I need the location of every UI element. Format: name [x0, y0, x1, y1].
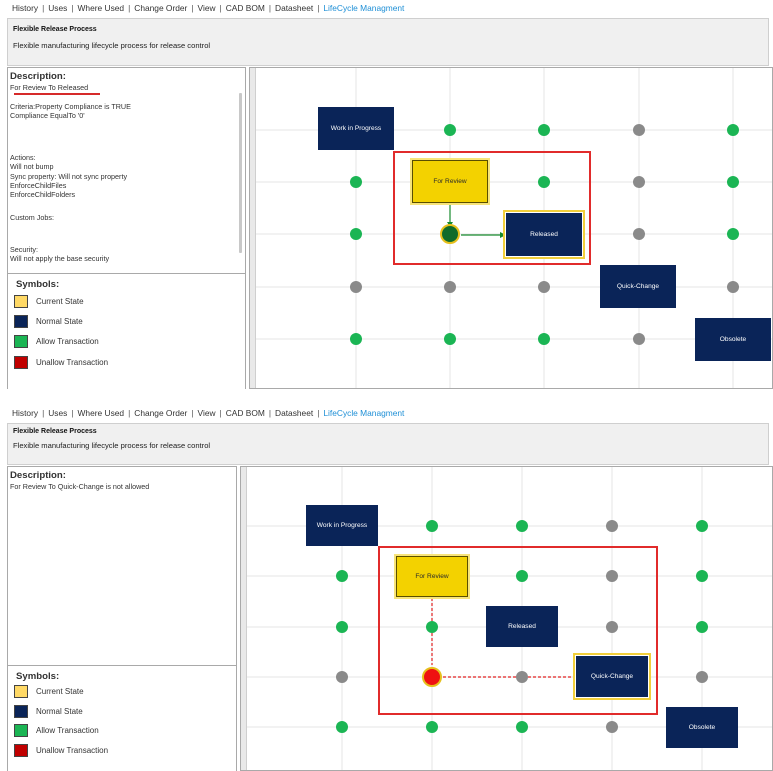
normal-state-swatch: [14, 315, 28, 328]
transition-name: For Review To Released: [10, 83, 89, 92]
normal-state-label: Normal State: [36, 317, 83, 326]
transition-node[interactable]: [336, 721, 348, 733]
state-quick-change[interactable]: Quick-Change: [600, 265, 676, 308]
description-title: Description:: [10, 470, 66, 481]
tab-where-used[interactable]: Where Used: [78, 408, 125, 418]
transition-name: For Review To Quick-Change is not allowe…: [10, 482, 150, 491]
unallow-transaction-label: Unallow Transaction: [36, 358, 109, 367]
transition-node[interactable]: [516, 520, 528, 532]
transition-highlight-box: [393, 151, 591, 265]
tab-change-order[interactable]: Change Order: [134, 3, 187, 13]
lifecycle-panel-not-allowed: History | Uses | Where Used | Change Order | Vie…: [0, 405, 773, 771]
transition-node[interactable]: [696, 621, 708, 633]
tab-datasheet[interactable]: Datasheet: [275, 3, 313, 13]
state-obsolete[interactable]: Obsolete: [695, 318, 771, 361]
transition-node[interactable]: [350, 333, 362, 345]
process-title: Flexible Release Process: [13, 26, 97, 33]
current-state-label: Current State: [36, 297, 84, 306]
tab-view[interactable]: View: [198, 408, 216, 418]
unallow-transaction-swatch: [14, 744, 28, 757]
allow-transaction-swatch: [14, 335, 28, 348]
transition-node[interactable]: [426, 520, 438, 532]
tab-lifecycle-managment[interactable]: LifeCycle Managment: [323, 3, 404, 13]
unallow-transaction-swatch: [14, 356, 28, 369]
transition-node[interactable]: [633, 176, 645, 188]
tab-uses[interactable]: Uses: [48, 3, 67, 13]
tab-cad-bom[interactable]: CAD BOM: [226, 3, 265, 13]
transition-node[interactable]: [516, 721, 528, 733]
normal-state-label: Normal State: [36, 707, 83, 716]
allow-transaction-label: Allow Transaction: [36, 337, 99, 346]
current-state-swatch: [14, 295, 28, 308]
tab-view[interactable]: View: [198, 3, 216, 13]
tab-lifecycle-managment[interactable]: LifeCycle Managment: [323, 408, 404, 418]
process-header: Flexible Release Process Flexible manufa…: [7, 18, 769, 66]
custom-jobs-text: Custom Jobs:: [10, 213, 54, 222]
symbols-title: Symbols:: [16, 279, 60, 290]
tab-history[interactable]: History: [12, 408, 38, 418]
state-work-in-progress[interactable]: Work in Progress: [306, 505, 378, 546]
process-title: Flexible Release Process: [13, 428, 97, 435]
current-state-swatch: [14, 685, 28, 698]
tab-change-order[interactable]: Change Order: [134, 408, 187, 418]
transition-node[interactable]: [350, 281, 362, 293]
transition-node[interactable]: [336, 621, 348, 633]
description-panel: Description: For Review To Released Crit…: [7, 67, 246, 389]
transition-node[interactable]: [336, 570, 348, 582]
current-state-label: Current State: [36, 687, 84, 696]
unallow-transaction-label: Unallow Transaction: [36, 746, 109, 755]
lifecycle-diagram: Work in Progress For Review Released Qui…: [249, 67, 773, 389]
symbols-legend: Symbols: Current State Normal State Allo…: [8, 665, 236, 771]
transition-node[interactable]: [633, 228, 645, 240]
transition-node[interactable]: [538, 124, 550, 136]
transition-node[interactable]: [444, 124, 456, 136]
transition-node[interactable]: [350, 228, 362, 240]
transition-node[interactable]: [696, 671, 708, 683]
process-header: Flexible Release Process Flexible manufa…: [7, 423, 769, 465]
transition-node[interactable]: [727, 176, 739, 188]
actions-text: Actions: Will not bump Sync property: Wi…: [10, 153, 128, 200]
transition-node[interactable]: [633, 124, 645, 136]
transition-node[interactable]: [336, 671, 348, 683]
transition-node[interactable]: [606, 721, 618, 733]
tab-uses[interactable]: Uses: [48, 408, 67, 418]
lifecycle-diagram: Work in Progress For Review Released Qui…: [240, 466, 773, 771]
tab-menu-bar: History | Uses | Where Used | Change Order | Vie…: [12, 408, 405, 418]
tab-where-used[interactable]: Where Used: [78, 3, 125, 13]
transition-node[interactable]: [350, 176, 362, 188]
transition-node[interactable]: [696, 570, 708, 582]
description-panel: Description: For Review To Quick-Change …: [7, 466, 237, 771]
transition-node[interactable]: [444, 281, 456, 293]
transition-highlight-box: [378, 546, 658, 715]
transition-node[interactable]: [727, 124, 739, 136]
state-obsolete[interactable]: Obsolete: [666, 707, 738, 748]
allow-transaction-label: Allow Transaction: [36, 726, 99, 735]
security-text: Security: Will not apply the base securi…: [10, 245, 110, 264]
transition-node[interactable]: [538, 281, 550, 293]
transition-underline: [14, 93, 100, 95]
transition-node[interactable]: [727, 228, 739, 240]
transition-node[interactable]: [696, 520, 708, 532]
transition-node[interactable]: [426, 721, 438, 733]
symbols-legend: Symbols: Current State Normal State Allo…: [8, 273, 245, 389]
tab-datasheet[interactable]: Datasheet: [275, 408, 313, 418]
lifecycle-panel-allowed: History | Uses | Where Used | Change Order | Vie…: [0, 0, 773, 389]
state-work-in-progress[interactable]: Work in Progress: [318, 107, 394, 150]
process-description: Flexible manufacturing lifecycle process…: [13, 441, 211, 450]
process-description: Flexible manufacturing lifecycle process…: [13, 41, 211, 50]
symbols-title: Symbols:: [16, 671, 60, 682]
description-title: Description:: [10, 71, 66, 82]
allow-transaction-swatch: [14, 724, 28, 737]
transition-node[interactable]: [444, 333, 456, 345]
transition-node[interactable]: [727, 281, 739, 293]
transition-node[interactable]: [606, 520, 618, 532]
description-scrollbar[interactable]: [239, 93, 242, 253]
normal-state-swatch: [14, 705, 28, 718]
transition-node[interactable]: [633, 333, 645, 345]
tab-menu-bar: History | Uses | Where Used | Change Order | Vie…: [12, 3, 405, 13]
tab-history[interactable]: History: [12, 3, 38, 13]
transition-node[interactable]: [538, 333, 550, 345]
tab-cad-bom[interactable]: CAD BOM: [226, 408, 265, 418]
criteria-text: Criteria:Property Compliance is TRUE Com…: [10, 102, 131, 121]
